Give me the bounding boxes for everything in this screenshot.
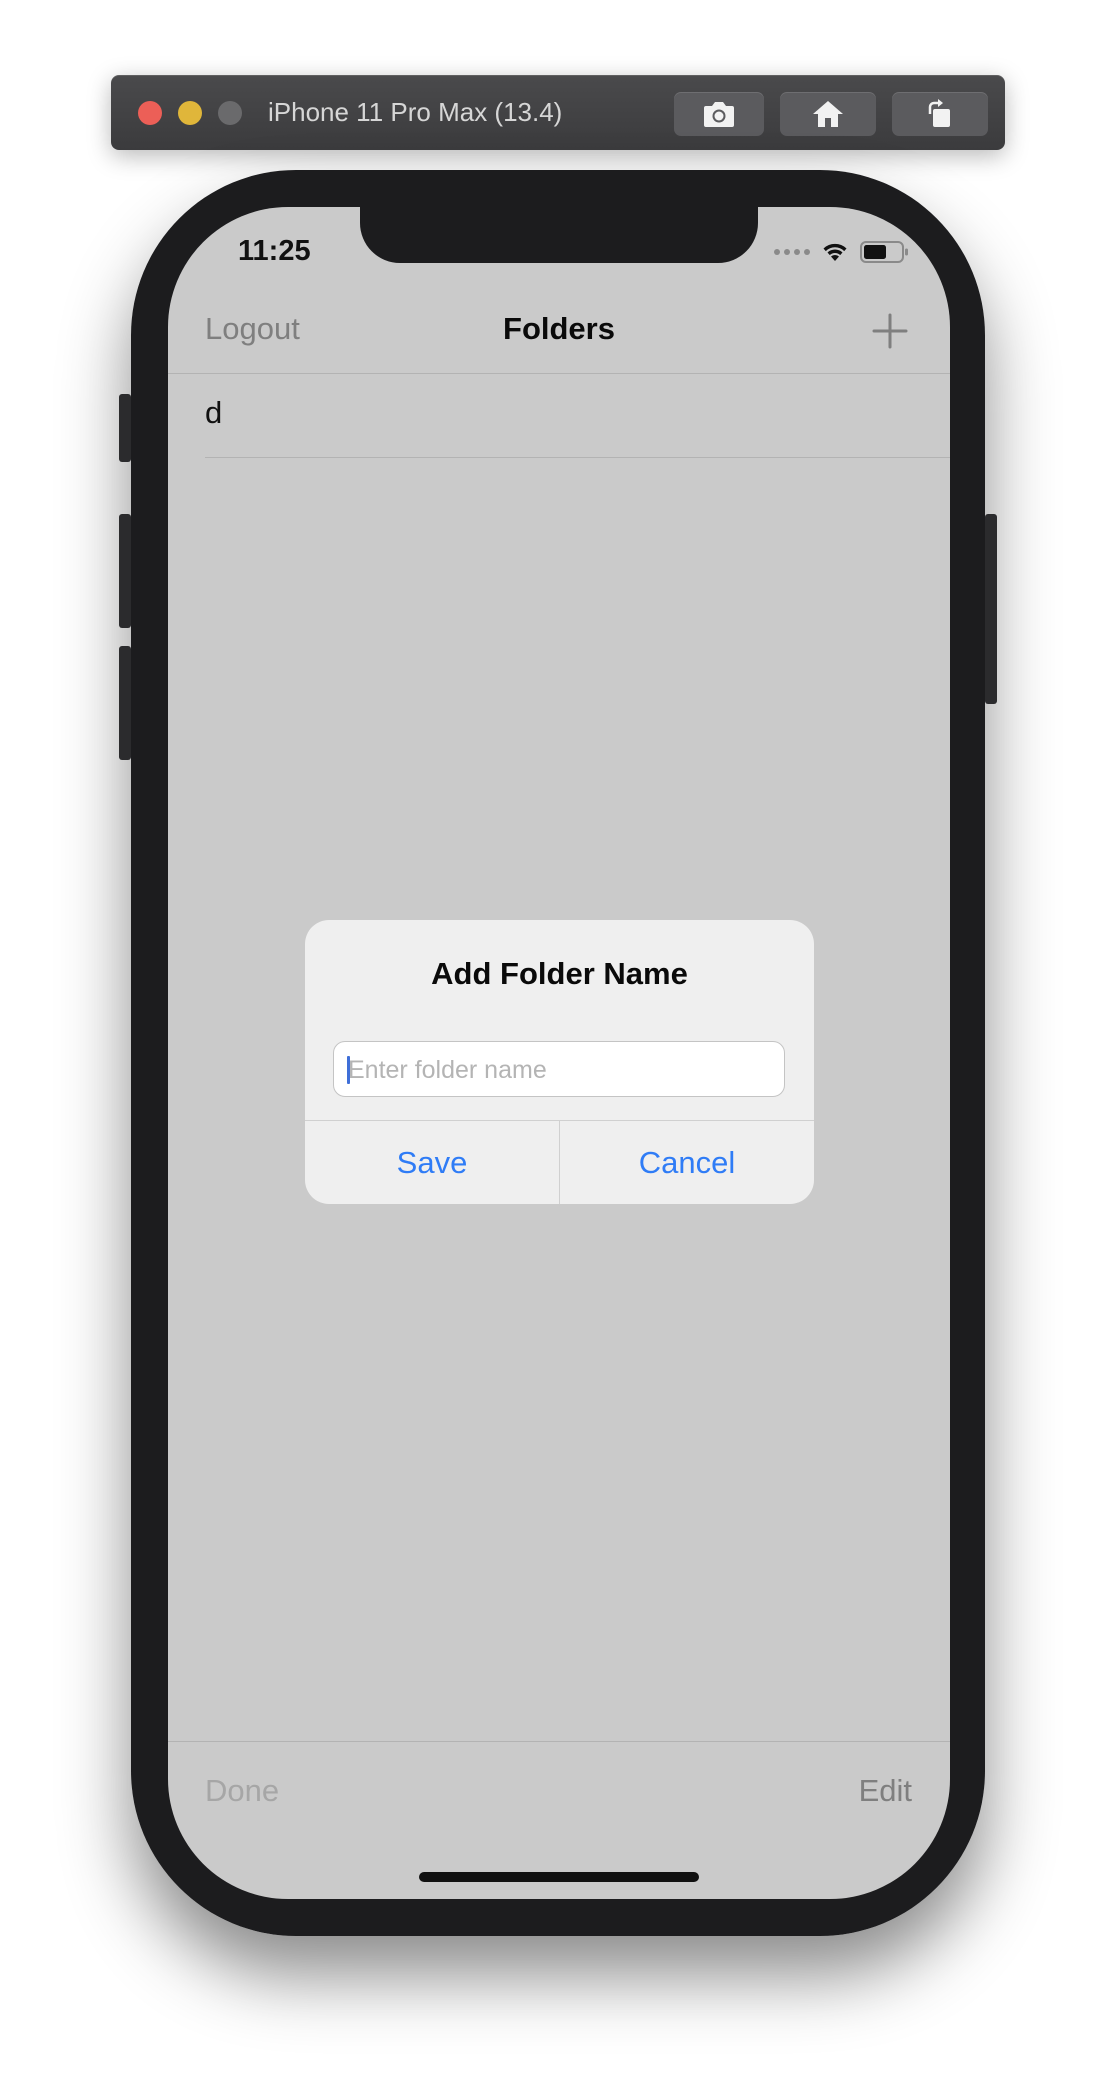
minimize-window-button[interactable]: [178, 101, 202, 125]
close-window-button[interactable]: [138, 101, 162, 125]
status-time: 11:25: [238, 235, 311, 267]
volume-down-button: [119, 646, 131, 760]
simulator-title: iPhone 11 Pro Max (13.4): [268, 97, 563, 127]
home-button[interactable]: [780, 92, 876, 136]
phone-screen: 11:25 Logout Folders d Done Edit Add Fol…: [168, 207, 950, 1899]
screenshot-button[interactable]: [674, 92, 764, 136]
save-button[interactable]: Save: [305, 1121, 559, 1204]
volume-up-button: [119, 514, 131, 628]
cellular-signal-icon: [774, 249, 810, 255]
status-icons: [774, 239, 910, 265]
folder-name-placeholder: Enter folder name: [348, 1056, 547, 1084]
battery-icon: [860, 241, 908, 263]
home-indicator[interactable]: [419, 1872, 699, 1882]
zoom-window-button[interactable]: [218, 101, 242, 125]
simulator-title-bar: iPhone 11 Pro Max (13.4): [111, 75, 1005, 150]
rotate-button[interactable]: [892, 92, 988, 136]
add-folder-alert: Add Folder Name Enter folder name Save C…: [305, 920, 814, 1204]
silent-switch: [119, 394, 131, 462]
power-button: [985, 514, 997, 704]
notch: [360, 207, 758, 263]
home-icon: [813, 101, 843, 127]
folder-name: d: [205, 395, 223, 430]
alert-title: Add Folder Name: [431, 956, 688, 991]
done-button[interactable]: Done: [205, 1773, 279, 1809]
plus-icon[interactable]: [872, 313, 908, 349]
screenshot-icon: [704, 102, 734, 127]
cancel-button[interactable]: Cancel: [560, 1121, 814, 1204]
rotate-icon: [928, 99, 950, 127]
page-title: Folders: [503, 311, 615, 346]
folder-list-item[interactable]: d: [205, 375, 950, 458]
edit-button[interactable]: Edit: [859, 1773, 912, 1809]
wifi-icon: [823, 243, 847, 261]
folder-name-input[interactable]: Enter folder name: [333, 1041, 785, 1097]
text-cursor: [347, 1056, 350, 1084]
